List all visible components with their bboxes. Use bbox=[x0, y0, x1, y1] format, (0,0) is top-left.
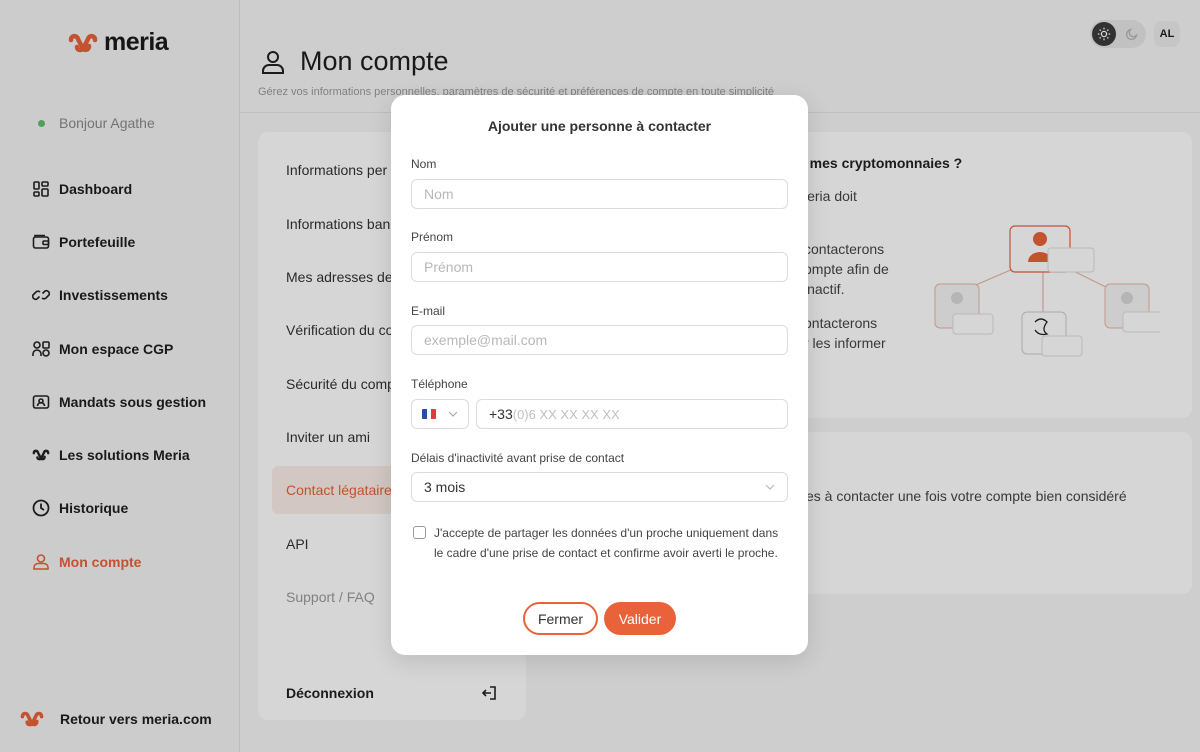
delay-value: 3 mois bbox=[424, 479, 466, 495]
consent-text: J'accepte de partager les données d'un p… bbox=[434, 526, 779, 560]
chevron-down-icon bbox=[448, 411, 458, 417]
add-contact-modal: Ajouter une personne à contacter Nom Pré… bbox=[391, 95, 808, 655]
france-flag-icon bbox=[422, 409, 436, 419]
chevron-down-icon bbox=[765, 484, 775, 490]
email-input[interactable] bbox=[411, 325, 788, 355]
country-code-select[interactable] bbox=[411, 399, 469, 429]
validate-button[interactable]: Valider bbox=[604, 602, 676, 635]
consent-row: J'accepte de partager les données d'un p… bbox=[413, 523, 783, 563]
prenom-label: Prénom bbox=[411, 230, 454, 244]
nom-input[interactable] bbox=[411, 179, 788, 209]
prenom-input[interactable] bbox=[411, 252, 788, 282]
phone-placeholder: (0)6 XX XX XX XX bbox=[512, 406, 620, 422]
email-label: E-mail bbox=[411, 304, 446, 318]
phone-label: Téléphone bbox=[411, 377, 468, 391]
phone-input[interactable]: +33 (0)6 XX XX XX XX bbox=[476, 399, 788, 429]
nom-label: Nom bbox=[411, 157, 437, 171]
modal-title: Ajouter une personne à contacter bbox=[487, 118, 712, 134]
delay-select[interactable]: 3 mois bbox=[411, 472, 788, 502]
delay-label: Délais d'inactivité avant prise de conta… bbox=[411, 451, 625, 465]
close-button[interactable]: Fermer bbox=[523, 602, 598, 635]
consent-checkbox[interactable] bbox=[413, 526, 426, 539]
phone-prefix: +33 bbox=[489, 406, 513, 422]
